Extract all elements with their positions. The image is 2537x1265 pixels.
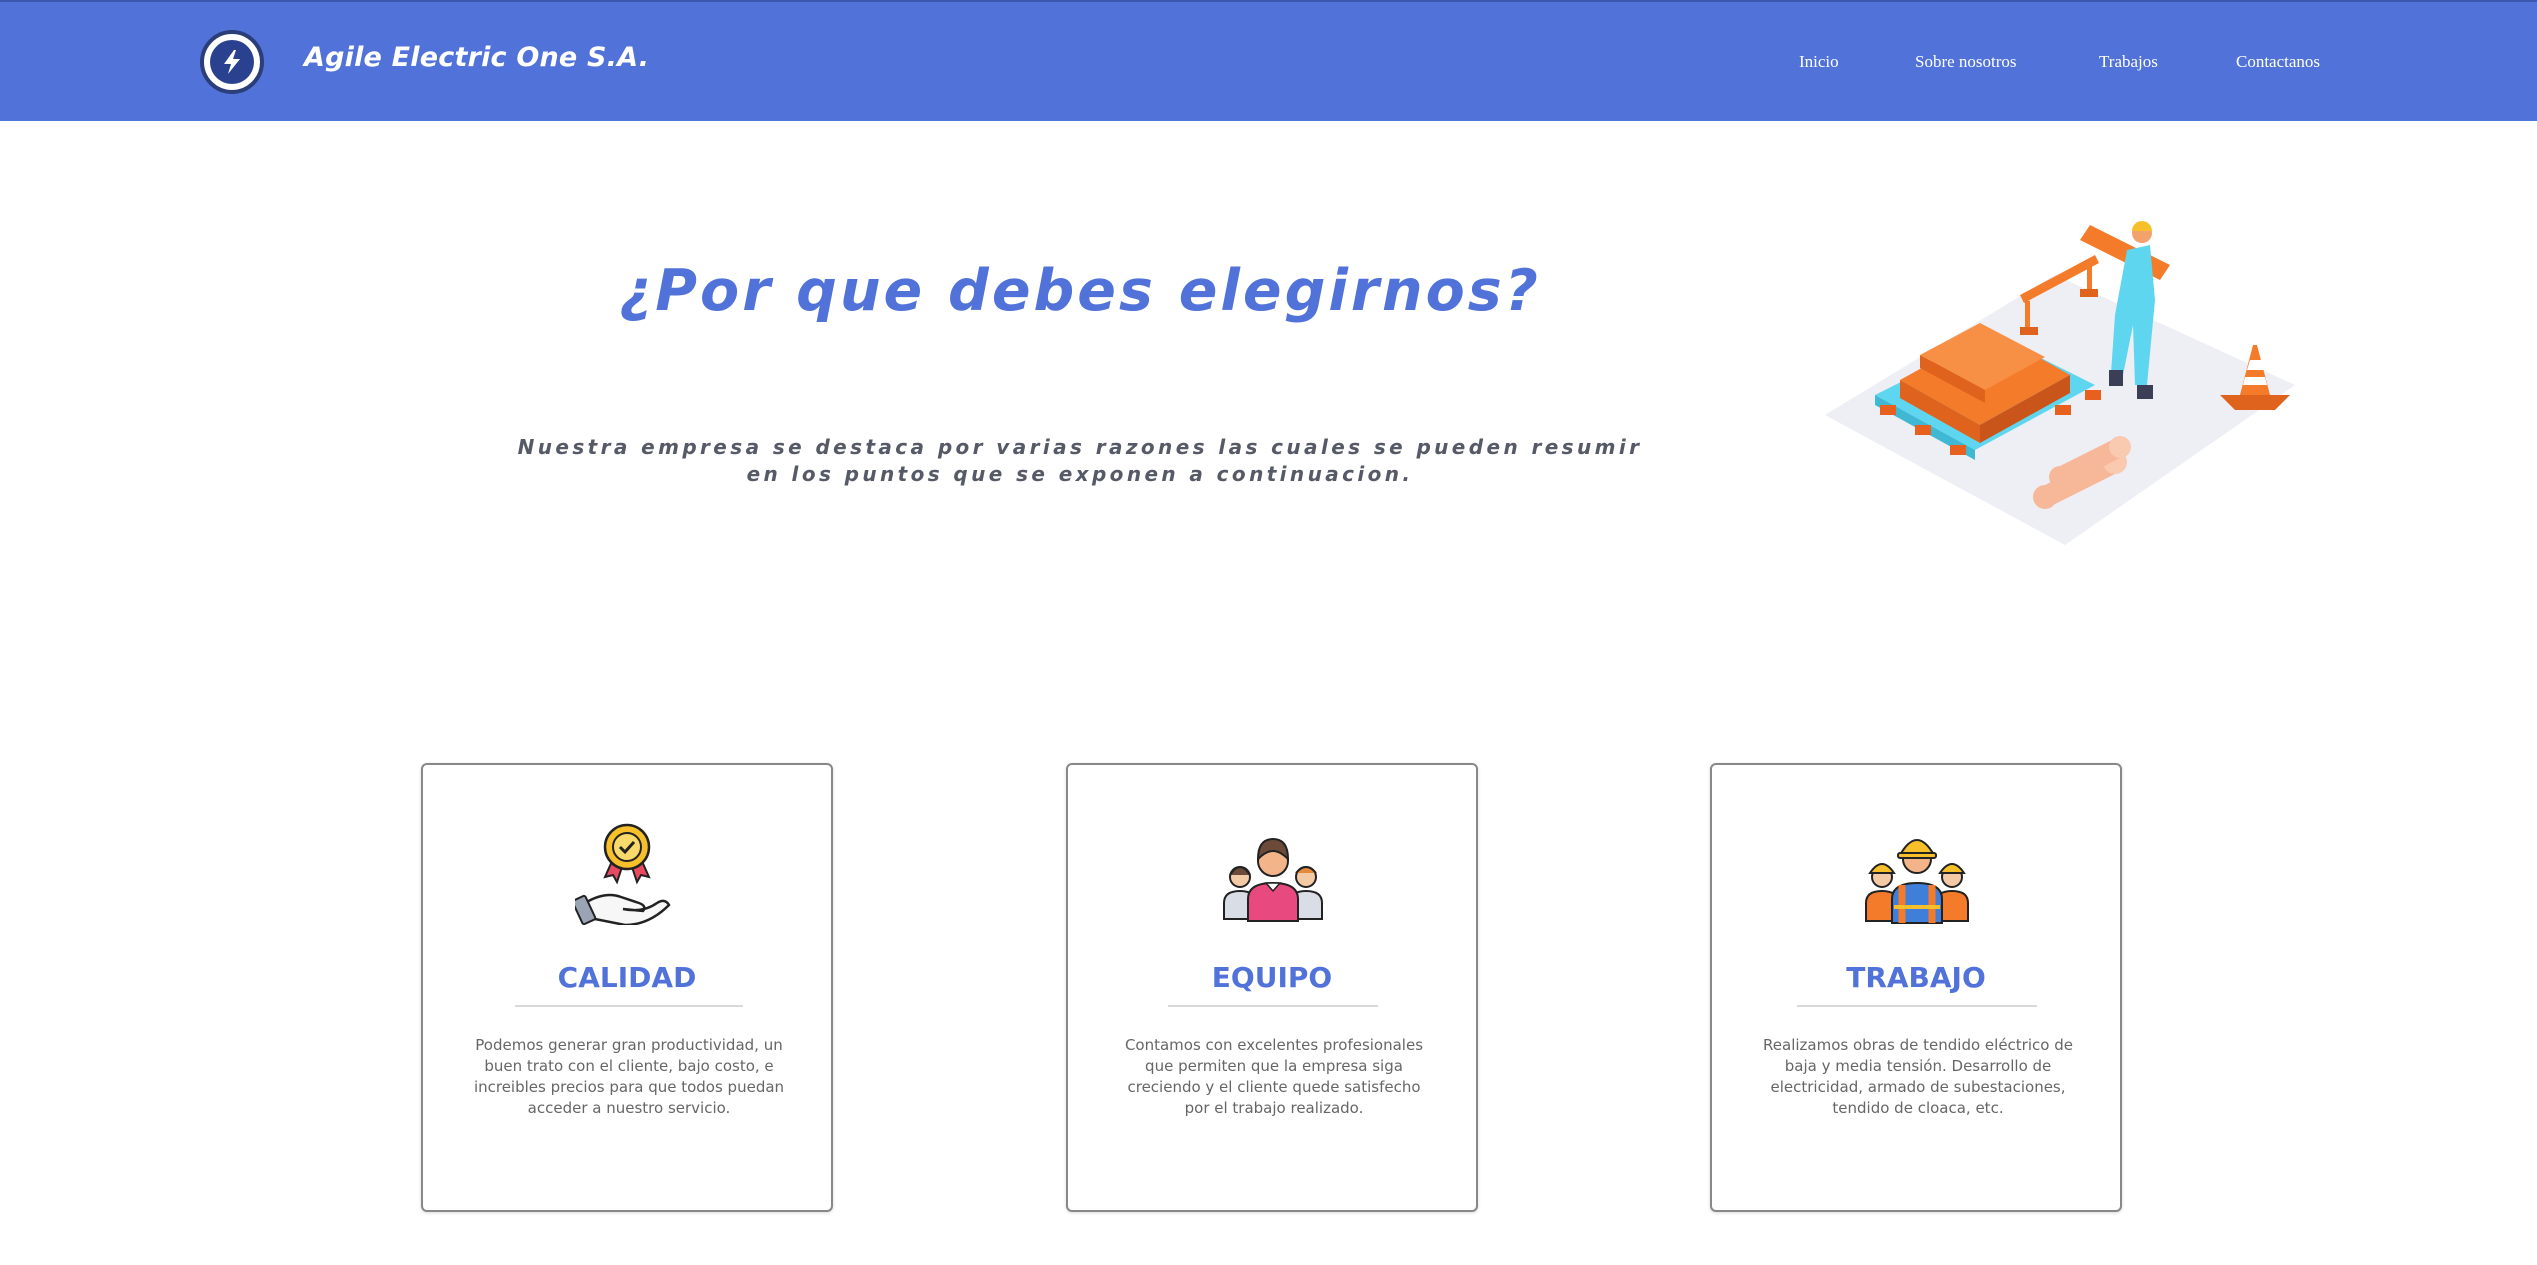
construction-worker-illustration — [1825, 221, 2295, 545]
card-description: Contamos con excelentes profesionales qu… — [1124, 1036, 1424, 1117]
lightning-bolt-icon — [210, 40, 254, 84]
navbar: Agile Electric One S.A. Inicio Sobre nos… — [0, 0, 2537, 121]
nav-link-trabajos[interactable]: Trabajos — [2099, 52, 2158, 72]
card-title: CALIDAD — [557, 961, 697, 994]
feature-card-calidad: CALIDAD Podemos generar gran productivid… — [421, 763, 833, 1212]
construction-workers-icon — [1865, 839, 1969, 924]
nav-link-sobre-nosotros[interactable]: Sobre nosotros — [1915, 52, 2017, 72]
feature-card-equipo: EQUIPO Contamos con excelentes profesion… — [1066, 763, 1478, 1212]
brand-name[interactable]: Agile Electric One S.A. — [304, 42, 649, 73]
card-title: TRABAJO — [1846, 961, 1986, 994]
card-title: EQUIPO — [1211, 961, 1333, 994]
hand-award-icon — [575, 823, 671, 925]
nav-link-contactanos[interactable]: Contactanos — [2236, 52, 2320, 72]
card-divider — [1168, 1005, 1378, 1007]
company-logo[interactable] — [200, 30, 264, 94]
card-divider — [1797, 1005, 2037, 1007]
feature-card-trabajo: TRABAJO Realizamos obras de tendido eléc… — [1710, 763, 2122, 1212]
card-divider — [515, 1005, 743, 1007]
nav-link-inicio[interactable]: Inicio — [1799, 52, 1839, 72]
team-people-icon — [1223, 837, 1323, 922]
hero-description: Nuestra empresa se destaca por varias ra… — [517, 435, 1643, 486]
hero-title: ¿Por que debes elegirnos? — [619, 258, 1541, 324]
card-description: Realizamos obras de tendido eléctrico de… — [1763, 1036, 2073, 1117]
card-description: Podemos generar gran productividad, un b… — [473, 1036, 785, 1117]
